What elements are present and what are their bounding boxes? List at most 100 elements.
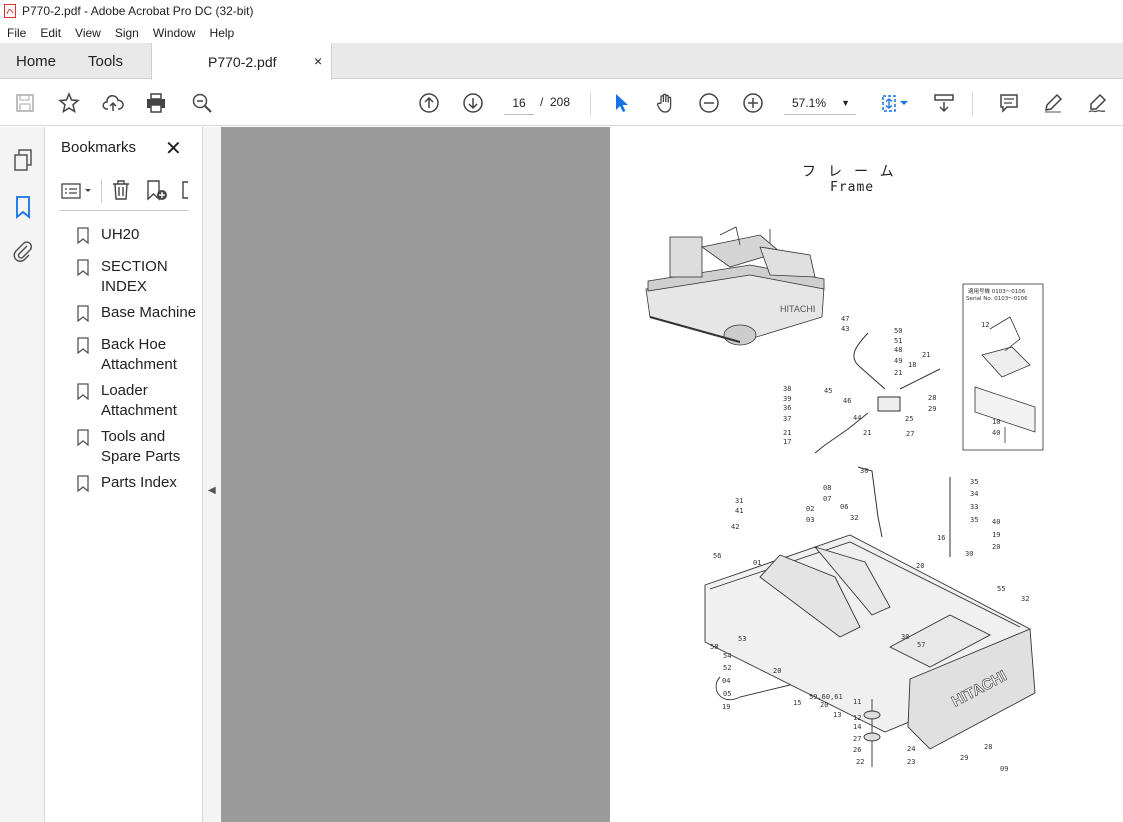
menu-sign[interactable]: Sign xyxy=(108,26,146,40)
bookmark-label: Tools and Spare Parts xyxy=(101,428,181,465)
chevron-down-icon: ▼ xyxy=(841,98,850,108)
collapse-panel-handle[interactable]: ◀ xyxy=(203,127,221,822)
part-callout-number: 20 xyxy=(916,562,924,570)
zoom-level-select[interactable]: 57.1% ▼ xyxy=(784,91,856,115)
part-callout-number: 28 xyxy=(984,743,992,751)
page-heading-japanese: フレーム xyxy=(802,164,906,180)
bookmark-item[interactable]: Loader Attachment xyxy=(77,381,201,421)
scroll-mode-icon[interactable] xyxy=(931,90,957,116)
highlight-pen-icon[interactable] xyxy=(1040,90,1066,116)
part-callout-number: 21 xyxy=(922,351,930,359)
menu-file[interactable]: File xyxy=(0,26,33,40)
part-callout-number: 32 xyxy=(1021,595,1029,603)
part-callout-number: 35 xyxy=(970,478,978,486)
page-thumbnails-icon[interactable] xyxy=(10,147,36,173)
menu-edit[interactable]: Edit xyxy=(33,26,68,40)
part-callout-number: 55 xyxy=(997,585,1005,593)
bookmarks-title: Bookmarks xyxy=(61,139,137,156)
tab-tools[interactable]: Tools xyxy=(88,53,123,70)
sign-pen-icon[interactable] xyxy=(1084,90,1110,116)
bookmark-item[interactable]: Parts Index xyxy=(77,473,201,493)
part-callout-number: 45 xyxy=(824,387,832,395)
more-tools-icon[interactable] xyxy=(181,179,189,201)
part-callout-number: 12 xyxy=(981,321,989,329)
bookmark-item[interactable]: SECTION INDEX xyxy=(77,257,201,297)
bookmarks-panel: Bookmarks ✕ UH20 SECTION INDEX Base Mach… xyxy=(45,127,203,822)
part-callout-number: 29 xyxy=(928,405,936,413)
part-callout-number: 13 xyxy=(833,711,841,719)
previous-page-icon[interactable] xyxy=(416,90,442,116)
new-bookmark-icon[interactable] xyxy=(145,179,169,203)
bookmark-icon xyxy=(77,429,89,446)
tab-bar: Home Tools P770-2.pdf × xyxy=(0,43,1123,80)
tab-close-icon[interactable]: × xyxy=(314,53,322,69)
select-cursor-icon[interactable] xyxy=(608,90,634,116)
part-callout-number: 25 xyxy=(905,415,913,423)
part-callout-number: 08 xyxy=(823,484,831,492)
hand-tool-icon[interactable] xyxy=(652,90,678,116)
zoom-search-icon[interactable] xyxy=(189,90,215,116)
zoom-out-icon[interactable] xyxy=(696,90,722,116)
menu-window[interactable]: Window xyxy=(146,26,203,40)
part-callout-number: 22 xyxy=(856,758,864,766)
attachments-paperclip-icon[interactable] xyxy=(10,239,36,265)
excavator-illustration: HITACHI xyxy=(645,226,825,346)
part-callout-number: 49 xyxy=(894,357,902,365)
save-icon[interactable] xyxy=(12,90,38,116)
part-callout-number: 56 xyxy=(713,552,721,560)
main-frame-assembly: HITACHI xyxy=(704,534,1036,767)
bookmark-icon xyxy=(77,337,89,354)
menu-help[interactable]: Help xyxy=(203,26,242,40)
title-bar: P770-2.pdf - Adobe Acrobat Pro DC (32-bi… xyxy=(0,0,1123,22)
part-callout-number: 12 xyxy=(853,714,861,722)
part-callout-number: 24 xyxy=(907,745,915,753)
bookmark-item[interactable]: Back Hoe Attachment xyxy=(77,335,201,375)
tab-home[interactable]: Home xyxy=(16,53,56,70)
close-icon[interactable]: ✕ xyxy=(165,136,182,161)
tab-document[interactable]: P770-2.pdf × xyxy=(151,43,332,80)
part-callout-number: 26 xyxy=(853,746,861,754)
part-callout-number: 06 xyxy=(840,503,848,511)
bookmark-item[interactable]: UH20 xyxy=(77,225,201,245)
zoom-level-value: 57.1% xyxy=(792,96,827,110)
page-separator: / xyxy=(540,95,544,109)
part-callout-number: 27 xyxy=(906,430,914,438)
bookmark-label: Loader Attachment xyxy=(101,382,177,419)
part-callout-number: 40 xyxy=(992,518,1000,526)
bookmark-label: Parts Index xyxy=(101,474,177,491)
part-callout-number: 14 xyxy=(853,723,861,731)
comment-icon[interactable] xyxy=(996,90,1022,116)
delete-trash-icon[interactable] xyxy=(111,179,131,201)
part-callout-number: 29 xyxy=(960,754,968,762)
zoom-in-icon[interactable] xyxy=(740,90,766,116)
left-navigation-rail xyxy=(0,127,45,822)
bookmark-item[interactable]: Tools and Spare Parts xyxy=(77,427,201,467)
hydraulic-lines-upper xyxy=(814,332,951,557)
frame-parts-diagram: HITACHI 適用号機 0103～0106 Serial No. 0103～0… xyxy=(610,217,1044,773)
bookmark-panel-icon[interactable] xyxy=(10,194,36,220)
upload-cloud-icon[interactable] xyxy=(100,90,126,116)
excavator-brand-label: HITACHI xyxy=(780,304,815,314)
bookmark-item[interactable]: Base Machine xyxy=(77,303,201,323)
part-callout-number: 36 xyxy=(783,404,791,412)
options-menu-icon[interactable] xyxy=(61,181,95,201)
part-callout-number: 41 xyxy=(735,507,743,515)
part-callout-number: 16 xyxy=(937,534,945,542)
part-callout-number: 32 xyxy=(850,514,858,522)
page-fit-chevron-icon[interactable] xyxy=(898,90,910,116)
part-callout-number: 39 xyxy=(783,395,791,403)
part-callout-number: 23 xyxy=(907,758,915,766)
part-callout-number: 41 xyxy=(610,217,618,219)
pdf-file-icon xyxy=(4,4,16,18)
part-callout-number: 54 xyxy=(723,652,731,660)
bookmark-icon xyxy=(77,259,89,276)
part-callout-number: 09 xyxy=(1000,765,1008,773)
bookmark-label: SECTION INDEX xyxy=(101,258,168,295)
next-page-icon[interactable] xyxy=(460,90,486,116)
part-callout-number: 01 xyxy=(753,559,761,567)
menu-view[interactable]: View xyxy=(68,26,108,40)
part-callout-number: 42 xyxy=(731,523,739,531)
star-icon[interactable] xyxy=(56,90,82,116)
page-number-input[interactable]: 16 xyxy=(504,91,534,115)
print-icon[interactable] xyxy=(143,90,169,116)
